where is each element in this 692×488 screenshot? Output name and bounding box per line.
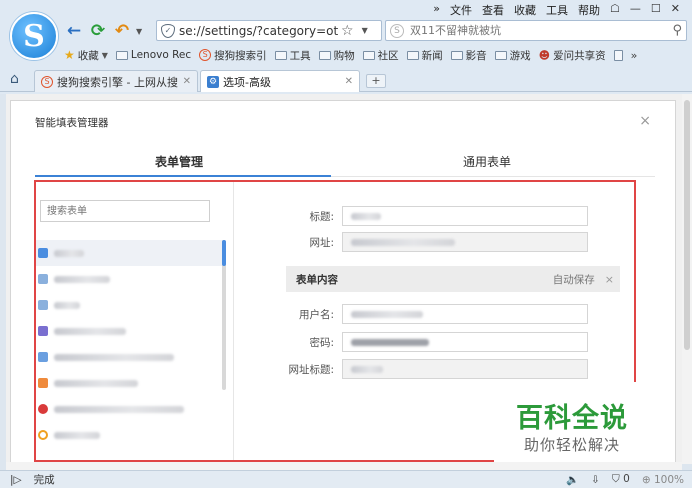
fav-item-shopping[interactable]: 购物 — [318, 48, 355, 63]
fav-label: 搜狗搜索引 — [214, 49, 267, 62]
fav-page-icon[interactable] — [613, 49, 623, 61]
sogou-icon: S — [41, 75, 53, 88]
fav-item-games[interactable]: 游戏 — [494, 48, 531, 63]
address-bar[interactable]: ✓ se://settings/?category=oth ☆ ▼ — [156, 20, 382, 41]
star-icon: ★ — [64, 48, 75, 62]
fav-label: 影音 — [465, 49, 487, 62]
chevron-down-icon[interactable]: ▼ — [136, 27, 142, 36]
folder-icon — [318, 50, 331, 60]
fav-label: 社区 — [377, 49, 399, 62]
fav-item-iask[interactable]: ☻ 爱问共享资 — [539, 48, 606, 63]
refresh-icon[interactable]: ⟳ — [88, 21, 108, 41]
favorites-more[interactable]: » — [631, 49, 638, 62]
fav-item-lenovo[interactable]: Lenovo Rec — [115, 49, 192, 61]
tab-label: 选项-高级 — [223, 75, 271, 89]
tab-common-form[interactable]: 通用表单 — [463, 153, 511, 170]
menu-tools[interactable]: 工具 — [546, 2, 568, 17]
fav-item-sogou[interactable]: S 搜狗搜索引 — [199, 48, 267, 63]
folder-icon — [494, 50, 507, 60]
fav-item-news[interactable]: 新闻 — [406, 48, 443, 63]
scrollbar-thumb[interactable] — [684, 100, 690, 350]
folder-icon — [450, 50, 463, 60]
menu-bar: » 文件 查看 收藏 工具 帮助 ☖ — ☐ ✕ — [433, 2, 680, 17]
tab-sogou-search[interactable]: S 搜狗搜索引擎 - 上网从搜 ✕ — [34, 70, 198, 92]
search-icon[interactable]: ⚲ — [672, 23, 682, 38]
address-dropdown-icon[interactable]: ▼ — [362, 26, 368, 35]
download-icon[interactable]: ⇩ — [591, 474, 600, 486]
fav-label: 工具 — [289, 49, 311, 62]
fav-label: 收藏 — [77, 49, 99, 62]
tab-label: 搜狗搜索引擎 - 上网从搜 — [57, 75, 178, 89]
fav-item-community[interactable]: 社区 — [362, 48, 399, 63]
menu-file[interactable]: 文件 — [450, 2, 472, 17]
folder-icon — [115, 50, 128, 60]
menu-more[interactable]: » — [433, 2, 440, 16]
user-icon: ☻ — [538, 48, 551, 62]
close-window-button[interactable]: ✕ — [671, 2, 680, 16]
browser-chrome: S » 文件 查看 收藏 工具 帮助 ☖ — ☐ ✕ ← ⟳ ↶ ▼ ✓ se:… — [0, 0, 692, 94]
zoom-value: 100% — [653, 473, 684, 486]
chevron-down-icon: ▼ — [101, 50, 108, 60]
search-box[interactable]: S ⚲ — [385, 20, 687, 41]
address-text[interactable]: se://settings/?category=oth — [179, 24, 339, 38]
dialog-title: 智能填表管理器 — [35, 117, 109, 129]
shield-icon: ✓ — [161, 23, 175, 38]
new-tab-button[interactable]: + — [366, 74, 386, 88]
sogou-logo[interactable]: S — [10, 12, 58, 60]
fav-item-media[interactable]: 影音 — [450, 48, 487, 63]
page-icon — [613, 49, 623, 61]
fav-label: 购物 — [333, 49, 355, 62]
close-icon[interactable]: × — [639, 113, 651, 129]
nav-buttons: ← ⟳ ↶ ▼ — [64, 20, 142, 42]
tab-settings-advanced[interactable]: ⚙ 选项-高级 ✕ — [200, 70, 360, 92]
maximize-button[interactable]: ☐ — [651, 2, 661, 16]
undo-icon[interactable]: ↶ — [112, 21, 132, 41]
sogou-icon: S — [199, 49, 212, 61]
menu-view[interactable]: 查看 — [482, 2, 504, 17]
close-icon[interactable]: ✕ — [183, 76, 191, 87]
folder-icon — [362, 50, 375, 60]
tab-strip: ⌂ S 搜狗搜索引擎 - 上网从搜 ✕ ⚙ 选项-高级 ✕ + — [0, 68, 692, 92]
home-icon[interactable]: ⌂ — [10, 71, 19, 87]
watermark: 百科全说 助你轻松解决 — [494, 382, 650, 462]
page-scrollbar[interactable] — [682, 94, 692, 464]
search-input[interactable] — [410, 24, 660, 37]
sidebar-toggle-icon[interactable]: |▷ — [10, 474, 22, 486]
status-bar: |▷ 完成 🔈 ⇩ ⛉ 0 ⊕ 100% — [0, 470, 692, 488]
folder-icon — [274, 50, 287, 60]
folder-icon — [406, 50, 419, 60]
status-text: 完成 — [33, 474, 55, 486]
shield-status[interactable]: ⛉ 0 — [612, 473, 630, 486]
tab-form-management[interactable]: 表单管理 — [155, 153, 203, 170]
fav-item-tools[interactable]: 工具 — [274, 48, 311, 63]
fav-label: Lenovo Rec — [130, 49, 192, 61]
close-icon[interactable]: ✕ — [345, 76, 353, 87]
favorites-bar: ★ 收藏 ▼ Lenovo Rec S 搜狗搜索引 工具 购物 社区 新闻 影音 游戏… — [64, 46, 637, 64]
menu-help[interactable]: 帮助 — [578, 2, 600, 17]
search-engine-icon[interactable]: S — [390, 23, 404, 38]
fav-label: 游戏 — [509, 49, 531, 62]
gear-icon: ⚙ — [207, 75, 219, 88]
shield-count: 0 — [623, 473, 630, 485]
active-tab-indicator — [35, 175, 331, 177]
dialog-tabs: 表单管理 通用表单 — [35, 145, 655, 177]
fav-label: 新闻 — [421, 49, 443, 62]
speaker-icon[interactable]: 🔈 — [566, 473, 579, 486]
skin-button[interactable]: ☖ — [610, 2, 620, 16]
fav-label: 爱问共享资 — [553, 49, 606, 62]
horizontal-scrollbar[interactable] — [6, 462, 682, 470]
watermark-subtitle: 助你轻松解决 — [524, 436, 621, 454]
back-arrow-icon[interactable]: ← — [64, 21, 84, 41]
fav-item-collect[interactable]: ★ 收藏 ▼ — [64, 48, 108, 63]
watermark-title: 百科全说 — [516, 403, 628, 434]
bookmark-star-icon[interactable]: ☆ — [341, 23, 354, 39]
logo-letter: S — [23, 19, 45, 54]
zoom-level[interactable]: ⊕ 100% — [642, 474, 684, 486]
minimize-button[interactable]: — — [630, 2, 641, 16]
menu-favorites[interactable]: 收藏 — [514, 2, 536, 17]
